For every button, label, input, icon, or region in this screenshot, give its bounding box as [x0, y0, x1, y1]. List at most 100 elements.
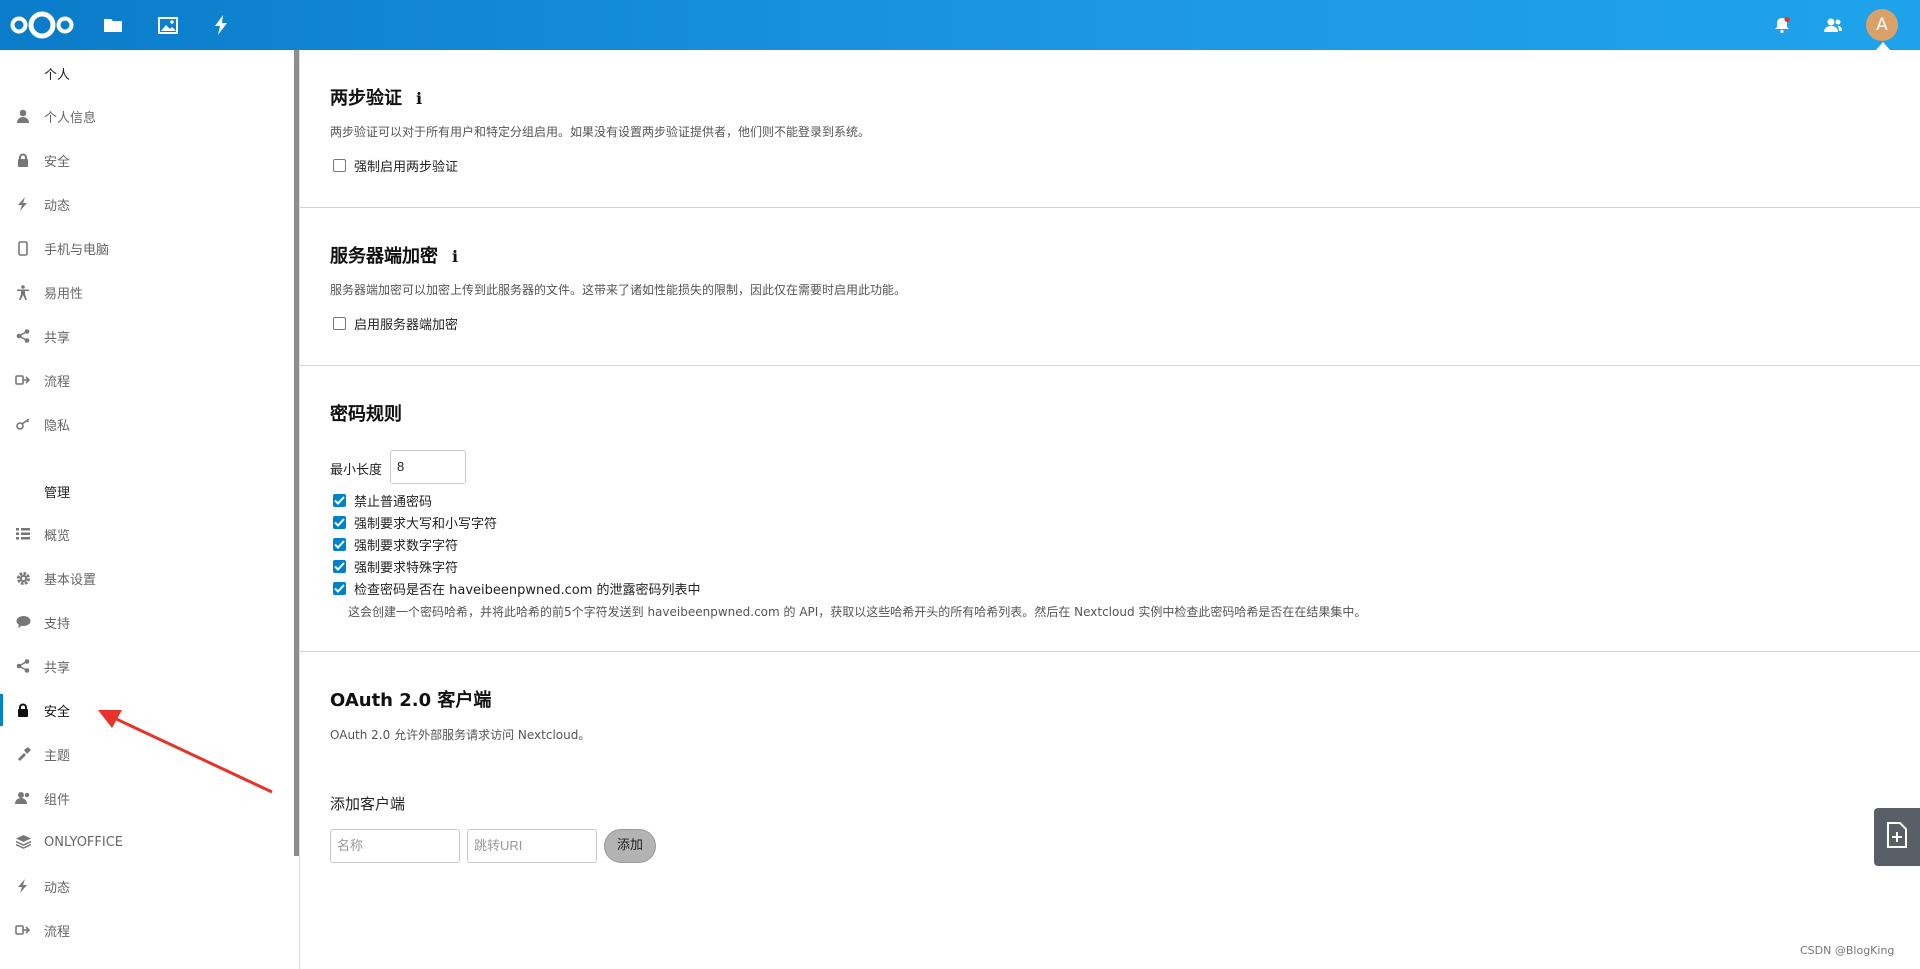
redirect-uri-input[interactable]: 跳转URI: [467, 829, 597, 863]
add-client-heading: 添加客户端: [330, 795, 406, 813]
sidebar-item-flow-personal[interactable]: 流程: [0, 358, 294, 402]
sidebar-item-label: 安全: [44, 704, 71, 720]
sidebar-item-label: 安全: [44, 154, 71, 170]
sidebar-item-label: 易用性: [44, 286, 84, 302]
sidebar-item-label: 手机与电脑: [44, 242, 110, 258]
checkbox[interactable]: [333, 317, 346, 330]
users-icon: [12, 791, 34, 805]
sidebar-item-sharing-personal[interactable]: 共享: [0, 314, 294, 358]
sidebar-item-label: 主题: [44, 748, 71, 764]
sidebar-item-activity-personal[interactable]: 动态: [0, 182, 294, 226]
checkbox-label: 启用服务器端加密: [354, 318, 459, 333]
checkbox-label: 强制要求数字字符: [354, 539, 459, 554]
new-file-tab[interactable]: [1874, 808, 1920, 866]
server-encryption-description: 服务器端加密可以加密上传到此服务器的文件。这带来了诸如性能损失的限制，因此仅在需…: [330, 283, 907, 297]
password-policy-title: 密码规则: [330, 404, 402, 425]
paint-icon: [12, 747, 34, 761]
new-file-icon: [1886, 822, 1908, 852]
folder-icon[interactable]: [100, 0, 126, 50]
sidebar-item-label: 概览: [44, 528, 71, 544]
policy-option-upper-lower[interactable]: 强制要求大写和小写字符: [333, 513, 497, 532]
add-client-button[interactable]: 添加: [604, 829, 656, 863]
sidebar-item-label: 动态: [44, 198, 71, 214]
enforce-2fa-checkbox[interactable]: 强制启用两步验证: [333, 156, 458, 175]
sidebar-item-label: 隐私: [44, 418, 71, 434]
nextcloud-logo-icon[interactable]: [10, 0, 74, 50]
server-encryption-title: 服务器端加密 i: [330, 242, 458, 268]
sidebar-item-flow-admin[interactable]: 流程: [0, 908, 294, 952]
hibp-note: 这会创建一个密码哈希，并将此哈希的前5个字符发送到 haveibeenpwned…: [348, 605, 1367, 619]
checkbox-label: 强制要求大写和小写字符: [354, 517, 498, 532]
checkbox-label: 强制启用两步验证: [354, 160, 459, 175]
sidebar-item-label: 共享: [44, 330, 71, 346]
sidebar-item-basic-settings[interactable]: 基本设置: [0, 556, 294, 600]
flow-icon: [12, 924, 34, 936]
avatar[interactable]: A: [1866, 9, 1898, 41]
lightning-icon: [12, 879, 34, 893]
sidebar-item-sharing-admin[interactable]: 共享: [0, 644, 294, 688]
user-icon: [12, 109, 34, 123]
info-icon[interactable]: i: [452, 247, 458, 266]
oauth-title: OAuth 2.0 客户端: [330, 690, 492, 711]
sidebar-item-label: 流程: [44, 374, 71, 390]
sidebar-item-security-personal[interactable]: 安全: [0, 138, 294, 182]
sidebar-item-label: 共享: [44, 660, 71, 676]
min-length-input[interactable]: 8: [390, 450, 466, 484]
checkbox-checked[interactable]: [333, 494, 346, 507]
checkbox-checked[interactable]: [333, 516, 346, 529]
checkbox-label: 检查密码是否在 haveibeenpwned.com 的泄露密码列表中: [354, 583, 701, 598]
lightning-icon[interactable]: [208, 0, 234, 50]
sidebar-item-onlyoffice[interactable]: ONLYOFFICE: [0, 820, 294, 864]
two-factor-title: 两步验证 i: [330, 84, 422, 110]
speech-bubble-icon: [12, 615, 34, 629]
contacts-icon[interactable]: [1820, 0, 1846, 50]
flow-icon: [12, 374, 34, 386]
section-divider: [300, 651, 1920, 652]
settings-sidebar: 个人 个人信息 安全 动态 手机与电脑 易用性 共享 流程 隐私 管理 概览 基…: [0, 50, 294, 969]
sidebar-item-label: 支持: [44, 616, 71, 632]
sidebar-item-personal-info[interactable]: 个人信息: [0, 94, 294, 138]
layers-icon: [12, 835, 34, 849]
annotation-arrow: [98, 710, 273, 794]
section-divider: [300, 207, 1920, 208]
enable-encryption-checkbox[interactable]: 启用服务器端加密: [333, 314, 458, 333]
checkbox[interactable]: [333, 159, 346, 172]
checkbox-checked[interactable]: [333, 538, 346, 551]
sidebar-item-activity-admin[interactable]: 动态: [0, 864, 294, 908]
policy-option-special[interactable]: 强制要求特殊字符: [333, 557, 458, 576]
client-name-input[interactable]: 名称: [330, 829, 460, 863]
policy-option-numeric[interactable]: 强制要求数字字符: [333, 535, 458, 554]
lock-icon: [12, 153, 34, 167]
checkbox-label: 禁止普通密码: [354, 495, 433, 510]
policy-option-hibp[interactable]: 检查密码是否在 haveibeenpwned.com 的泄露密码列表中: [333, 579, 701, 598]
list-icon: [12, 528, 34, 540]
sidebar-item-label: 基本设置: [44, 572, 97, 588]
sidebar-item-label: 流程: [44, 924, 71, 940]
sidebar-item-label: 组件: [44, 792, 71, 808]
info-icon[interactable]: i: [416, 89, 422, 108]
checkbox-checked[interactable]: [333, 560, 346, 573]
sidebar-item-label: ONLYOFFICE: [44, 834, 124, 850]
section-divider: [300, 365, 1920, 366]
sidebar-heading-admin: 管理: [44, 486, 71, 501]
sidebar-item-label: 个人信息: [44, 110, 97, 126]
oauth-description: OAuth 2.0 允许外部服务请求访问 Nextcloud。: [330, 728, 591, 742]
sidebar-item-privacy[interactable]: 隐私: [0, 402, 294, 446]
sidebar-item-accessibility[interactable]: 易用性: [0, 270, 294, 314]
top-header: A: [0, 0, 1920, 50]
sidebar-heading-personal: 个人: [44, 68, 71, 83]
sidebar-item-overview[interactable]: 概览: [0, 512, 294, 556]
sidebar-item-devices[interactable]: 手机与电脑: [0, 226, 294, 270]
policy-option-forbid-common[interactable]: 禁止普通密码: [333, 491, 432, 510]
image-icon[interactable]: [155, 0, 181, 50]
lightning-icon: [12, 197, 34, 211]
checkbox-checked[interactable]: [333, 582, 346, 595]
two-factor-title-text: 两步验证: [330, 88, 402, 109]
key-icon: [12, 418, 34, 430]
sidebar-item-label: 动态: [44, 880, 71, 896]
accessibility-icon: [12, 284, 34, 300]
bell-icon[interactable]: [1769, 0, 1795, 50]
server-encryption-title-text: 服务器端加密: [330, 246, 438, 267]
sidebar-item-support[interactable]: 支持: [0, 600, 294, 644]
gear-icon: [12, 571, 34, 586]
